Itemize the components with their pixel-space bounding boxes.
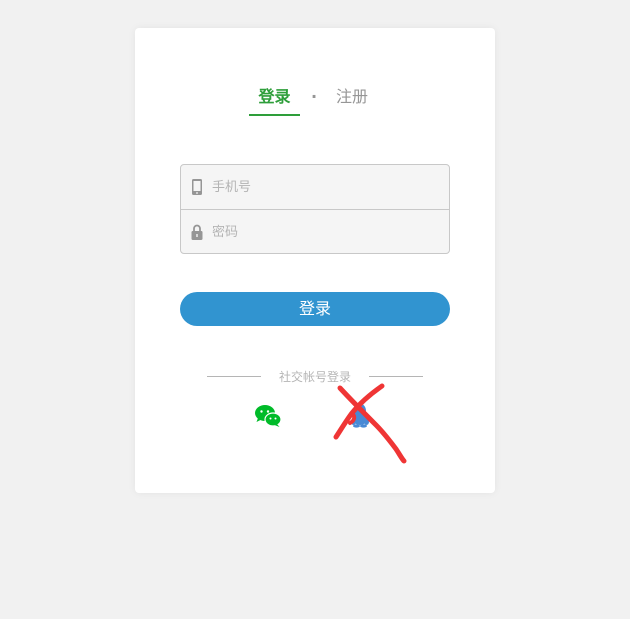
tab-separator: · [310,87,318,106]
phone-input[interactable] [212,165,442,209]
login-submit-button[interactable]: 登录 [180,292,450,326]
social-login-label: 社交帐号登录 [278,370,351,384]
login-card: 登录 · 注册 登录 社交帐号登录 [135,28,495,493]
red-cross-out-mark [333,383,407,464]
login-form [180,164,450,254]
social-divider-right [369,376,423,377]
active-tab-underline [249,114,300,116]
wechat-icon[interactable] [254,404,282,428]
social-divider-left [207,376,261,377]
phone-icon [192,179,202,195]
qq-icon[interactable] [349,402,371,428]
phone-field-row [181,165,449,209]
auth-tabs: 登录 · 注册 [135,86,495,116]
lock-icon [191,224,203,240]
social-login-heading: 社交帐号登录 [135,369,495,385]
password-input[interactable] [212,210,442,253]
password-field-row [181,209,449,253]
tab-login[interactable]: 登录 [249,86,300,108]
tab-register[interactable]: 注册 [332,86,372,108]
